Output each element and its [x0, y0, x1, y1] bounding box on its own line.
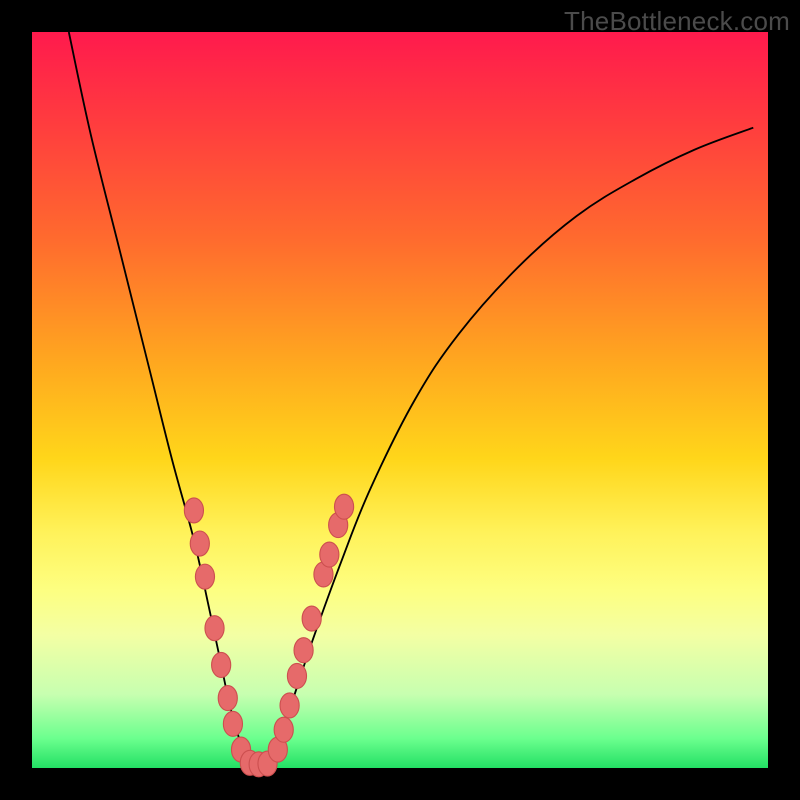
marker-group [184, 494, 353, 777]
data-marker [223, 711, 242, 736]
data-marker [195, 564, 214, 589]
watermark-text: TheBottleneck.com [564, 6, 790, 37]
data-marker [205, 616, 224, 641]
bottleneck-curve-path [69, 32, 753, 771]
data-marker [218, 686, 237, 711]
data-marker [274, 717, 293, 742]
data-marker [184, 498, 203, 523]
data-marker [190, 531, 209, 556]
data-marker [294, 638, 313, 663]
data-marker [287, 663, 306, 688]
data-marker [320, 542, 339, 567]
curve-layer [32, 32, 768, 768]
data-marker [334, 494, 353, 519]
data-marker [280, 693, 299, 718]
data-marker [302, 606, 321, 631]
data-marker [212, 652, 231, 677]
chart-frame: TheBottleneck.com [0, 0, 800, 800]
plot-area [32, 32, 768, 768]
